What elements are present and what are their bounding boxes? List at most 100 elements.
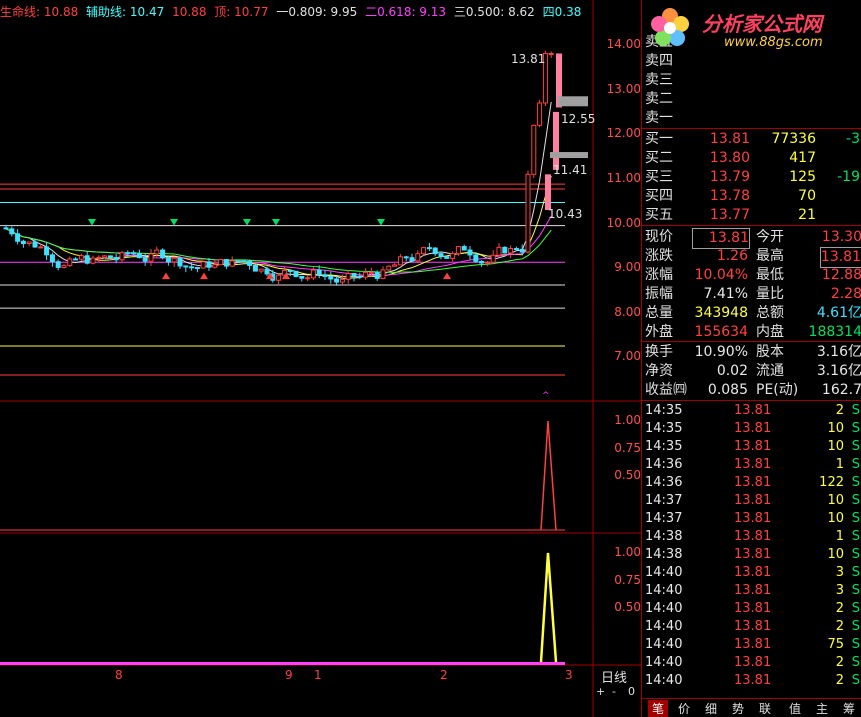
candle-body	[90, 257, 96, 264]
bid-row[interactable]: 买三 13.79 125 -19	[642, 168, 861, 187]
ask-row[interactable]: 卖三	[642, 71, 861, 90]
tab-chips[interactable]: 筹	[843, 700, 855, 717]
tab-value[interactable]: 值	[789, 700, 801, 717]
tick-time: 14:37	[645, 493, 683, 508]
ask-label: 卖三	[645, 72, 673, 88]
quote-label: 涨幅	[645, 267, 673, 283]
candle-body	[183, 265, 189, 268]
tick-side: S	[851, 673, 860, 688]
candle-body	[351, 272, 357, 277]
tick-side: S	[851, 457, 860, 472]
bid-row[interactable]: 买一 13.81 77336 -3	[642, 130, 861, 149]
time-tick-label: 8	[115, 668, 123, 682]
tab-main[interactable]: 主	[816, 700, 828, 717]
candle-body	[154, 249, 160, 255]
candle-body	[310, 269, 316, 279]
sub2-tick-label: 1.00	[614, 545, 641, 559]
candle-body	[386, 265, 392, 271]
tab-trend[interactable]: 势	[732, 700, 744, 717]
candle-body	[392, 264, 398, 267]
candle-body	[432, 247, 438, 255]
tick-price: 13.81	[734, 601, 772, 616]
price-marker	[550, 152, 588, 159]
tick-price: 13.81	[734, 565, 772, 580]
tick-time: 14:35	[645, 439, 683, 454]
signal-spike	[539, 552, 558, 663]
fundamental-row: 净资 0.02 流通 3.16亿	[642, 362, 861, 381]
fundamental-row: 收益㈣ 0.085 PE(动) 162.7	[642, 381, 861, 400]
tab-link[interactable]: 联	[759, 700, 771, 717]
fundamental-label: 收益㈣	[645, 382, 687, 398]
zoom-in-button[interactable]: +	[596, 685, 605, 698]
zoom-reset-button[interactable]: 0	[628, 685, 635, 698]
candle-body	[421, 247, 427, 255]
quote-row: 振幅 7.41% 量比 2.28	[642, 285, 861, 304]
candle-body	[545, 174, 551, 211]
tick-vol: 2	[835, 601, 844, 616]
tick-price: 13.81	[734, 547, 772, 562]
tick-time: 14:35	[645, 403, 683, 418]
ask-row[interactable]: 卖二	[642, 90, 861, 109]
tick-vol: 3	[835, 565, 844, 580]
up-arrow-marker	[162, 272, 170, 280]
candle-body	[177, 257, 183, 267]
candle-body	[241, 260, 247, 263]
tick-side: S	[851, 619, 860, 634]
tick-time: 14:40	[645, 637, 683, 652]
logo-brand-text: 分析家公式网	[702, 12, 822, 36]
candle-body	[148, 253, 154, 262]
tab-ticks[interactable]: 笔	[648, 700, 669, 717]
moving-average-line	[5, 215, 552, 277]
tick-price: 13.81	[734, 457, 772, 472]
tick-time: 14:36	[645, 475, 683, 490]
price-tick-label: 12.00	[606, 126, 641, 140]
tick-time: 14:40	[645, 619, 683, 634]
tab-detail[interactable]: 细	[705, 700, 717, 717]
candle-body	[55, 261, 61, 268]
candle-body	[67, 258, 73, 267]
candle-body	[467, 249, 473, 256]
annotation-mid2: 11.41	[553, 163, 588, 177]
tab-price[interactable]: 价	[678, 700, 690, 717]
bid-volume: 417	[789, 150, 816, 166]
bid-row[interactable]: 买五 13.77 21	[642, 206, 861, 225]
candle-body	[409, 257, 415, 262]
tick-time: 14:40	[645, 655, 683, 670]
bid-row[interactable]: 买四 13.78 70	[642, 187, 861, 206]
tick-vol: 2	[835, 655, 844, 670]
candle-body	[73, 258, 79, 261]
quote-value: 12.88	[821, 267, 861, 283]
quote-label: 量比	[756, 286, 784, 302]
kline-chart[interactable]: ^	[0, 0, 641, 717]
price-marker	[558, 96, 588, 107]
bid-volume: 125	[789, 169, 816, 185]
signal-spike	[540, 420, 557, 531]
candle-body	[450, 253, 456, 259]
price-tick-label: 13.00	[606, 82, 641, 96]
price-tick-label: 9.00	[614, 260, 641, 274]
bid-row[interactable]: 买二 13.80 417	[642, 149, 861, 168]
candle-body	[461, 246, 467, 251]
tick-time: 14:40	[645, 583, 683, 598]
tick-vol: 2	[835, 619, 844, 634]
limit-up-marker: ^	[542, 391, 550, 401]
tick-side: S	[851, 439, 860, 454]
chart-area[interactable]: ^ 生命线: 10.88 辅助线: 10.47 10.88 顶: 10.77 一…	[0, 0, 641, 717]
tick-price: 13.81	[734, 511, 772, 526]
price-tick-label: 8.00	[614, 305, 641, 319]
candle-body	[479, 260, 485, 264]
tick-row: 14:40 13.81 3 S	[642, 564, 861, 582]
candle-body	[322, 274, 328, 278]
tick-row: 14:40 13.81 2 S	[642, 600, 861, 618]
candle-body	[496, 246, 502, 256]
candle-body	[113, 257, 119, 261]
quote-label: 现价	[645, 229, 673, 245]
ask-row[interactable]: 卖一	[642, 109, 861, 128]
candle-body	[26, 241, 32, 245]
tick-time: 14:40	[645, 601, 683, 616]
time-tick-label: 3	[565, 668, 573, 682]
tick-row: 14:40 13.81 2 S	[642, 654, 861, 672]
zoom-out-button[interactable]: -	[612, 685, 616, 698]
price-tick-label: 14.00	[606, 37, 641, 51]
period-label[interactable]: 日线	[601, 667, 627, 686]
